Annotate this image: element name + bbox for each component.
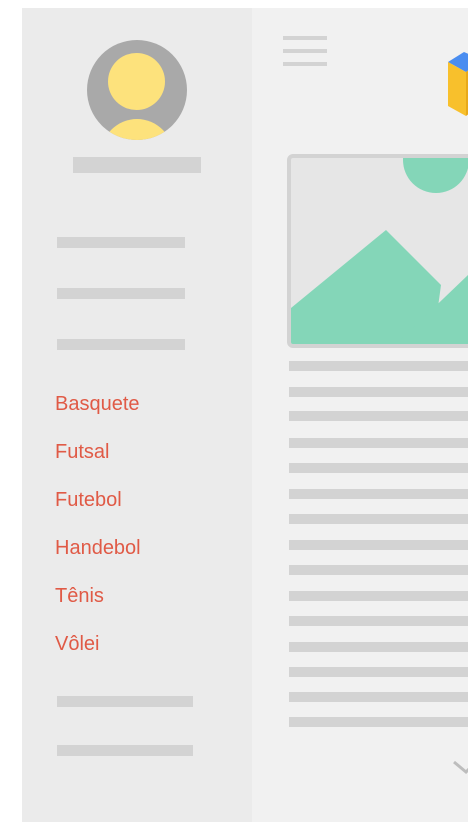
drawer-item-placeholder[interactable] bbox=[57, 339, 185, 350]
text-line-placeholder bbox=[289, 463, 468, 473]
text-line-placeholder bbox=[289, 540, 468, 550]
drawer-item-placeholder[interactable] bbox=[57, 745, 193, 756]
text-line-placeholder bbox=[289, 438, 468, 448]
chevron-down-icon[interactable] bbox=[452, 758, 468, 778]
sport-item-volei[interactable]: Vôlei bbox=[55, 632, 99, 656]
sport-item-handebol[interactable]: Handebol bbox=[55, 536, 141, 560]
text-line-placeholder bbox=[289, 667, 468, 677]
sport-item-futsal[interactable]: Futsal bbox=[55, 440, 109, 464]
text-line-placeholder bbox=[289, 565, 468, 575]
text-line-placeholder bbox=[289, 387, 468, 397]
text-line-placeholder bbox=[289, 717, 468, 727]
cube-logo-icon bbox=[448, 52, 468, 116]
sport-item-tenis[interactable]: Tênis bbox=[55, 584, 104, 608]
text-line-placeholder bbox=[289, 411, 468, 421]
text-line-placeholder bbox=[289, 692, 468, 702]
text-line-placeholder bbox=[289, 514, 468, 524]
avatar-head bbox=[108, 53, 165, 110]
hamburger-menu-icon[interactable] bbox=[283, 36, 327, 70]
avatar-body bbox=[101, 119, 173, 140]
image-placeholder-icon bbox=[291, 158, 468, 344]
drawer-item-placeholder[interactable] bbox=[57, 237, 185, 248]
username-placeholder bbox=[73, 157, 201, 173]
navigation-drawer: Basquete Futsal Futebol Handebol Tênis V… bbox=[22, 8, 252, 822]
drawer-item-placeholder[interactable] bbox=[57, 288, 185, 299]
text-line-placeholder bbox=[289, 616, 468, 626]
text-line-placeholder bbox=[289, 642, 468, 652]
avatar[interactable] bbox=[87, 40, 187, 140]
text-line-placeholder bbox=[289, 361, 468, 371]
sport-item-basquete[interactable]: Basquete bbox=[55, 392, 140, 416]
drawer-item-placeholder[interactable] bbox=[57, 696, 193, 707]
text-line-placeholder bbox=[289, 591, 468, 601]
app-frame: Basquete Futsal Futebol Handebol Tênis V… bbox=[22, 8, 468, 822]
text-line-placeholder bbox=[289, 489, 468, 499]
image-placeholder-card bbox=[287, 154, 468, 348]
sport-item-futebol[interactable]: Futebol bbox=[55, 488, 122, 512]
